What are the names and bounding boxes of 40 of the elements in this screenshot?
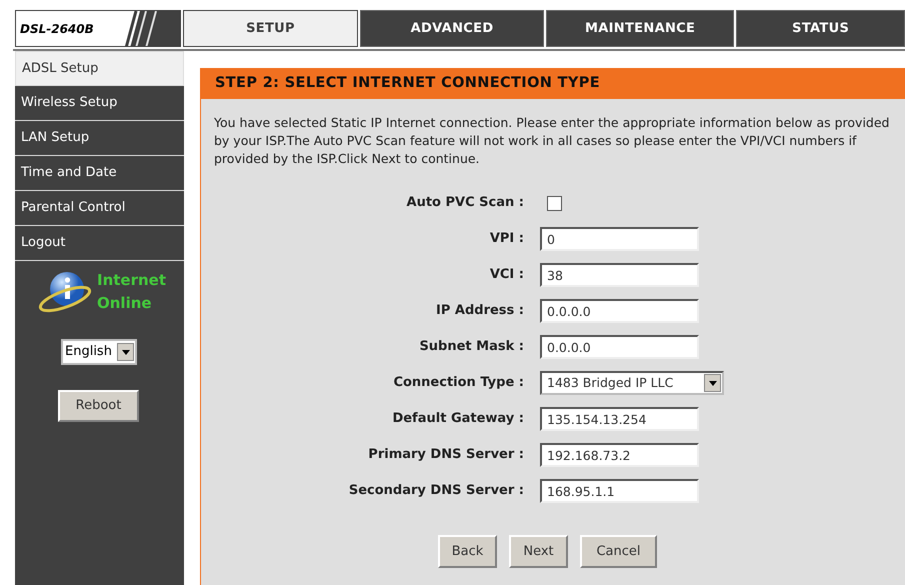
form-button[interactable]: Next: [509, 535, 568, 568]
field-label: Primary DNS Server :: [367, 446, 525, 464]
logo: DSL-2640B: [15, 10, 181, 47]
auto-pvc-checkbox[interactable]: [547, 196, 562, 210]
text-field[interactable]: 135.154.13.254: [540, 407, 699, 431]
form-button[interactable]: Back: [438, 535, 497, 568]
text-field[interactable]: 0.0.0.0: [540, 335, 699, 359]
status-text: Internet: [97, 270, 166, 291]
field-label: IP Address :: [435, 302, 525, 320]
text-field[interactable]: 0.0.0.0: [540, 299, 699, 323]
text-field[interactable]: 168.95.1.1: [540, 479, 699, 503]
caret-icon: [122, 350, 130, 354]
sidebar-item[interactable]: ADSL Setup: [15, 51, 184, 86]
field-label: Subnet Mask :: [418, 338, 525, 356]
nav-tab[interactable]: STATUS: [736, 10, 905, 47]
description-text: You have selected Static IP Internet connection. Please enter the appropriate information below as provided by your ISP.The Auto PVC Scan feature will not work in all cases so please enter the VPI/VCI numbers if provided by the ISP.Click Next to continue.: [213, 114, 890, 168]
field-label: VCI :: [488, 266, 525, 284]
field-label: Connection Type :: [392, 374, 525, 392]
text-field[interactable]: 192.168.73.2: [540, 443, 699, 467]
sidebar-item[interactable]: LAN Setup: [15, 121, 184, 156]
nav-tab[interactable]: MAINTENANCE: [546, 10, 734, 47]
caret-icon: [708, 380, 716, 386]
sidebar-item[interactable]: Logout: [15, 226, 184, 261]
connection-type-select[interactable]: 1483 Bridged IP LLC: [540, 371, 724, 395]
field-label: VPI :: [488, 230, 525, 248]
language-select[interactable]: English: [61, 339, 137, 365]
text-field[interactable]: 0: [540, 227, 699, 251]
reboot-button[interactable]: Reboot: [58, 390, 139, 422]
text-field[interactable]: 38: [540, 263, 699, 287]
nav-tab[interactable]: ADVANCED: [360, 10, 544, 47]
sidebar-item[interactable]: Wireless Setup: [15, 86, 184, 121]
sidebar-item[interactable]: Parental Control: [15, 191, 184, 226]
field-label: Default Gateway :: [391, 410, 525, 428]
nav-tab[interactable]: SETUP: [182, 10, 358, 47]
field-label: Auto PVC Scan :: [406, 194, 525, 212]
sidebar-item[interactable]: Time and Date: [15, 156, 184, 191]
section-header: STEP 2: SELECT INTERNET CONNECTION TYPE: [201, 68, 905, 99]
form-button[interactable]: Cancel: [580, 535, 657, 568]
status-text: Online: [97, 293, 153, 314]
field-label: Secondary DNS Server :: [348, 482, 525, 500]
